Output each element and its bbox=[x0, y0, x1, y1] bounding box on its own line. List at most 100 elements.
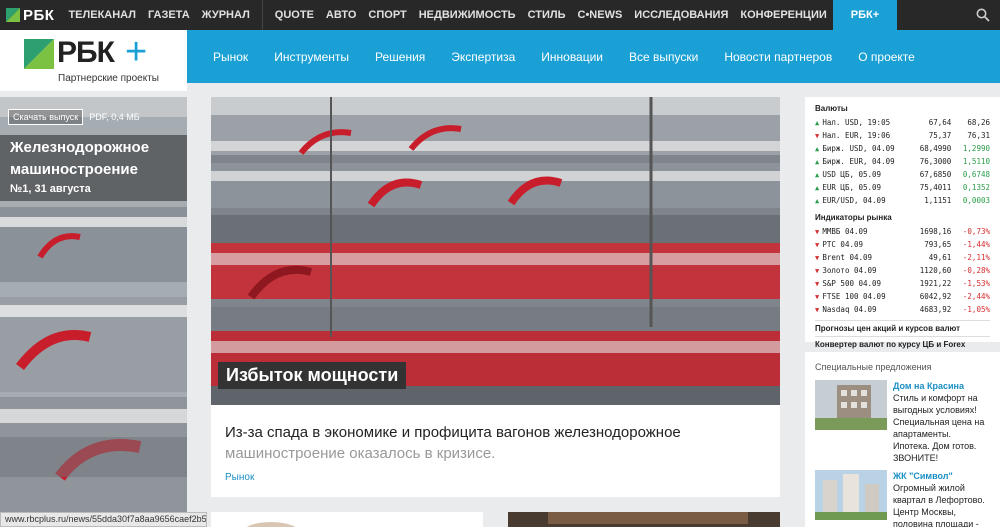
offer-item[interactable]: ЖК "Символ" Огромный жилой квартал в Леф… bbox=[815, 470, 990, 527]
top-nav-divider bbox=[261, 0, 263, 30]
rate-name: S&P 500 04.09 bbox=[822, 279, 882, 288]
rbc-plus-logo[interactable]: РБК + Партнерские проекты bbox=[0, 30, 187, 91]
rbc-plus-logo-mark-icon bbox=[24, 39, 54, 69]
offer-image bbox=[815, 380, 887, 430]
rbc-logo-mark-icon bbox=[6, 8, 20, 22]
top-nav-cnews[interactable]: C•NEWS bbox=[572, 0, 629, 30]
forecast-link[interactable]: Прогнозы цен акций и курсов валют bbox=[815, 321, 990, 337]
top-nav-research[interactable]: ИССЛЕДОВАНИЯ bbox=[628, 0, 734, 30]
rate-row[interactable]: ▲ Нал. USD, 19:05 67,64 68,26 bbox=[815, 116, 990, 129]
rate-row[interactable]: ▼ РТС 04.09 793,65 -1,44% bbox=[815, 238, 990, 251]
rbc-plus-subtitle: Партнерские проекты bbox=[58, 73, 159, 84]
main-nav-partner-news[interactable]: Новости партнеров bbox=[711, 50, 845, 64]
offer-description: Огромный жилой квартал в Лефортово. Цент… bbox=[893, 483, 985, 527]
article-lead-fade: машиностроение оказалось в кризисе. bbox=[225, 445, 496, 462]
rate-row[interactable]: ▼ Brent 04.09 49,61 -2,11% bbox=[815, 251, 990, 264]
top-bar: РБК ТЕЛЕКАНАЛ ГАЗЕТА ЖУРНАЛ QUOTE АВТО С… bbox=[0, 0, 1000, 30]
top-nav-magazine[interactable]: ЖУРНАЛ bbox=[196, 0, 256, 30]
arrow-down-icon: ▼ bbox=[815, 227, 820, 236]
article-headline[interactable]: Избыток мощности bbox=[218, 362, 407, 389]
offer-text: Дом на Красина Стиль и комфорт на выгодн… bbox=[893, 380, 990, 464]
top-nav-quote[interactable]: QUOTE bbox=[269, 0, 320, 30]
rbc-logo[interactable]: РБК bbox=[0, 0, 62, 30]
article-card[interactable] bbox=[508, 512, 780, 527]
article-image bbox=[211, 97, 780, 405]
rate-row[interactable]: ▲ EUR ЦБ, 05.09 75,4011 0,1352 bbox=[815, 181, 990, 194]
article-card[interactable] bbox=[211, 512, 483, 527]
rate-value: 67,64 bbox=[928, 118, 952, 127]
top-nav-conferences[interactable]: КОНФЕРЕНЦИИ bbox=[734, 0, 832, 30]
main-nav-all-issues[interactable]: Все выпуски bbox=[616, 50, 711, 64]
rate-change: -1,53% bbox=[962, 279, 990, 288]
promo-title: Железнодорожное машиностроение bbox=[10, 139, 150, 178]
rate-name: USD ЦБ, 05.09 bbox=[822, 170, 882, 179]
offer-item[interactable]: Дом на Красина Стиль и комфорт на выгодн… bbox=[815, 380, 990, 464]
rate-value: 1120,60 bbox=[919, 266, 952, 275]
arrow-down-icon: ▼ bbox=[815, 253, 820, 262]
main-nav-innovation[interactable]: Инновации bbox=[528, 50, 616, 64]
top-nav-auto[interactable]: АВТО bbox=[320, 0, 362, 30]
article-lead: Из-за спада в экономике и профицита ваго… bbox=[225, 422, 755, 464]
market-rates-widget: Валюты ▲ Нал. USD, 19:05 67,64 68,26 ▼ Нал. E… bbox=[805, 97, 1000, 353]
rate-change: 0,6748 bbox=[962, 170, 990, 179]
article-rubric-link[interactable]: Рынок bbox=[225, 472, 254, 483]
rate-row[interactable]: ▼ ММВБ 04.09 1698,16 -0,73% bbox=[815, 225, 990, 238]
main-nav-solutions[interactable]: Решения bbox=[362, 50, 438, 64]
rate-change: -2,11% bbox=[962, 253, 990, 262]
main-nav-about[interactable]: О проекте bbox=[845, 50, 928, 64]
converter-link[interactable]: Конвертер валют по курсу ЦБ и Forex bbox=[815, 337, 990, 353]
rate-value: 793,65 bbox=[924, 240, 952, 249]
rate-value: 76,3000 bbox=[919, 157, 952, 166]
top-nav-sport[interactable]: СПОРТ bbox=[362, 0, 412, 30]
special-offers-heading: Специальные предложения bbox=[815, 362, 932, 372]
arrow-down-icon: ▼ bbox=[815, 292, 820, 301]
article-lead-text: Из-за спада в экономике и профицита ваго… bbox=[225, 424, 681, 441]
rate-row[interactable]: ▼ Nasdaq 04.09 4683,92 -1,05% bbox=[815, 303, 990, 316]
rbc-logo-text: РБК bbox=[23, 6, 55, 24]
rate-row[interactable]: ▲ Бирж. USD, 04.09 68,4990 1,2990 bbox=[815, 142, 990, 155]
promo-download-row: Скачать выпуск PDF, 0,4 МБ bbox=[8, 109, 142, 125]
rate-change: 0,0003 bbox=[962, 196, 990, 205]
browser-status-url: www.rbcplus.ru/news/55dda30f7a8aa9656cae… bbox=[0, 512, 207, 527]
offer-title[interactable]: ЖК "Символ" bbox=[893, 471, 953, 481]
top-nav-tv[interactable]: ТЕЛЕКАНАЛ bbox=[62, 0, 142, 30]
rate-name: Золото 04.09 bbox=[822, 266, 877, 275]
rate-name: Нал. EUR, 19:06 bbox=[822, 131, 891, 140]
currencies-list: ▲ Нал. USD, 19:05 67,64 68,26 ▼ Нал. EUR, 19:… bbox=[815, 116, 990, 207]
top-nav-newspaper[interactable]: ГАЗЕТА bbox=[142, 0, 196, 30]
rate-row[interactable]: ▲ USD ЦБ, 05.09 67,6850 0,6748 bbox=[815, 168, 990, 181]
rbc-plus-logo-text: РБК bbox=[57, 36, 115, 69]
trains-photo bbox=[211, 97, 780, 405]
arrow-down-icon: ▼ bbox=[815, 279, 820, 288]
rate-name: Brent 04.09 bbox=[822, 253, 873, 262]
rate-row[interactable]: ▲ EUR/USD, 04.09 1,1151 0,0003 bbox=[815, 194, 990, 207]
main-nav-tools[interactable]: Инструменты bbox=[261, 50, 362, 64]
top-nav-style[interactable]: СТИЛЬ bbox=[522, 0, 572, 30]
rate-name: FTSE 100 04.09 bbox=[822, 292, 886, 301]
main-nav-market[interactable]: Рынок bbox=[200, 50, 261, 64]
featured-article[interactable]: Избыток мощности Из-за спада в экономике… bbox=[211, 97, 780, 497]
top-nav-realty[interactable]: НЕДВИЖИМОСТЬ bbox=[413, 0, 522, 30]
search-icon[interactable] bbox=[976, 8, 990, 22]
offer-title[interactable]: Дом на Красина bbox=[893, 381, 964, 391]
rate-row[interactable]: ▲ Бирж. EUR, 04.09 76,3000 1,5110 bbox=[815, 155, 990, 168]
top-nav-rbc-plus[interactable]: РБК+ bbox=[832, 0, 898, 30]
rate-row[interactable]: ▼ Нал. EUR, 19:06 75,37 76,31 bbox=[815, 129, 990, 142]
indices-list: ▼ ММВБ 04.09 1698,16 -0,73% ▼ РТС 04.09 793,65… bbox=[815, 225, 990, 316]
rate-row[interactable]: ▼ Золото 04.09 1120,60 -0,28% bbox=[815, 264, 990, 277]
download-issue-button[interactable]: Скачать выпуск bbox=[8, 109, 84, 125]
arrow-down-icon: ▼ bbox=[815, 240, 820, 249]
rate-change: -0,28% bbox=[962, 266, 990, 275]
rate-row[interactable]: ▼ FTSE 100 04.09 6042,92 -2,44% bbox=[815, 290, 990, 303]
rate-name: Бирж. EUR, 04.09 bbox=[822, 157, 895, 166]
special-offers: Специальные предложения Дом на Красина С… bbox=[805, 352, 1000, 527]
arrow-up-icon: ▲ bbox=[815, 170, 820, 179]
main-nav: Рынок Инструменты Решения Экспертиза Инн… bbox=[200, 30, 928, 83]
issue-promo[interactable]: Скачать выпуск PDF, 0,4 МБ Железнодорожн… bbox=[0, 97, 187, 514]
rate-value: 67,6850 bbox=[919, 170, 952, 179]
main-nav-expertise[interactable]: Экспертиза bbox=[438, 50, 528, 64]
rate-value: 68,4990 bbox=[919, 144, 952, 153]
rate-row[interactable]: ▼ S&P 500 04.09 1921,22 -1,53% bbox=[815, 277, 990, 290]
rate-change: 0,1352 bbox=[962, 183, 990, 192]
download-size: PDF, 0,4 МБ bbox=[89, 112, 140, 122]
